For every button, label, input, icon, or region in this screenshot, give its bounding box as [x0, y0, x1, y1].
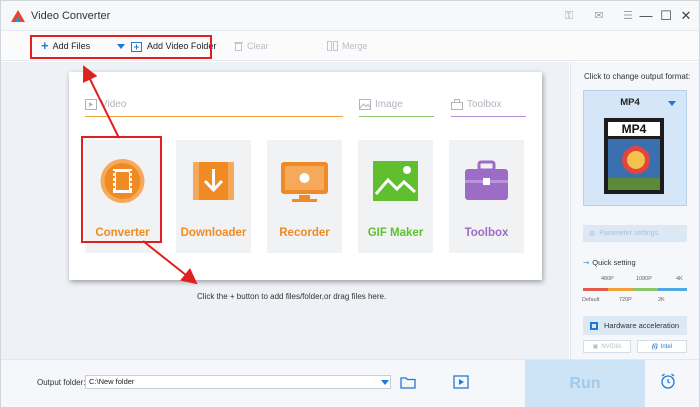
drop-hint: Click the + button to add files/folder,o…	[197, 292, 387, 301]
nvidia-label: NVIDIA	[601, 343, 622, 350]
add-buttons-highlight	[30, 35, 212, 59]
parameter-settings-button[interactable]: ⚙ Parameter settings	[583, 225, 687, 242]
toolbox-label: Toolbox	[464, 227, 509, 239]
image-section-icon	[359, 99, 371, 110]
format-dropdown-icon	[668, 101, 676, 106]
output-folder-dropdown-icon[interactable]	[381, 380, 389, 385]
recorder-tile[interactable]: Recorder	[267, 140, 342, 253]
slider-label-2k: 2K	[658, 297, 665, 303]
output-format-selector[interactable]: MP4 MP4	[583, 90, 687, 206]
merge-button[interactable]: Merge	[327, 39, 368, 53]
clear-label: Clear	[247, 41, 269, 51]
close-button[interactable]: ✕	[677, 7, 695, 25]
feedback-icon[interactable]: ✉	[592, 9, 606, 23]
gif-maker-tile[interactable]: GIF Maker	[358, 140, 433, 253]
run-button[interactable]: Run	[525, 360, 645, 407]
minimize-button[interactable]: —	[637, 7, 655, 25]
slider-label-480p: 480P	[601, 276, 614, 282]
maximize-button[interactable]: ☐	[657, 7, 675, 25]
nvidia-icon: ▣	[592, 344, 599, 350]
toolbox-divider	[451, 116, 526, 117]
toolbox-tile[interactable]: Toolbox	[449, 140, 524, 253]
app-logo-icon	[11, 10, 25, 22]
video-folder-icon[interactable]	[453, 375, 469, 389]
recorder-label: Recorder	[279, 227, 330, 239]
output-folder-field[interactable]: C:\New folder	[85, 375, 391, 389]
open-folder-icon[interactable]	[400, 375, 416, 389]
clear-button[interactable]: Clear	[234, 39, 269, 53]
toolbox-section-icon	[451, 99, 463, 110]
nvidia-toggle[interactable]: ▣ NVIDIA	[583, 340, 631, 353]
intel-toggle[interactable]: (i) Intel	[637, 340, 687, 353]
mp4-format-icon: MP4	[604, 118, 664, 194]
gif-maker-label: GIF Maker	[367, 227, 424, 239]
quick-setting-icon: ⊸	[583, 258, 590, 267]
merge-icon	[327, 41, 338, 51]
downloader-label: Downloader	[180, 227, 247, 239]
downloader-icon	[193, 162, 234, 200]
quality-slider[interactable]	[583, 288, 687, 291]
parameter-settings-label: Parameter settings	[599, 230, 659, 237]
output-format-title: Click to change output format:	[584, 72, 691, 81]
section-image-label: Image	[375, 99, 403, 110]
bottom-bar: Output folder: C:\New folder Run	[1, 359, 699, 407]
output-folder-label: Output folder:	[37, 378, 86, 387]
gif-maker-icon	[373, 161, 418, 201]
hardware-acceleration-button[interactable]: Hardware acceleration	[583, 316, 687, 335]
settings-sliders-icon: ⚙	[589, 230, 596, 238]
section-video-label: Video	[101, 99, 127, 110]
output-format-name: MP4	[620, 97, 640, 108]
section-toolbox: Toolbox	[451, 99, 501, 110]
title-bar: Video Converter ⚿ ✉ ☰ — ☐ ✕	[1, 1, 699, 31]
trash-icon	[234, 42, 243, 51]
recorder-icon	[281, 162, 328, 202]
downloader-tile[interactable]: Downloader	[176, 140, 251, 253]
video-section-icon	[85, 99, 97, 110]
slider-label-1080p: 1080P	[636, 276, 652, 282]
key-icon[interactable]: ⚿	[562, 9, 576, 23]
workspace: Video Image Toolbox Converter Downloader…	[1, 62, 569, 359]
merge-label: Merge	[342, 41, 368, 51]
app-window: Video Converter ⚿ ✉ ☰ — ☐ ✕ + Add Files …	[0, 0, 700, 407]
window-title: Video Converter	[31, 10, 111, 22]
image-divider	[359, 116, 434, 117]
alarm-clock-icon[interactable]	[660, 373, 676, 389]
slider-label-720p: 720P	[619, 297, 632, 303]
menu-icon[interactable]: ☰	[621, 9, 635, 23]
quick-setting-label: Quick setting	[592, 258, 636, 267]
toolbox-icon	[465, 160, 508, 200]
converter-highlight	[81, 136, 162, 243]
section-image: Image	[359, 99, 403, 110]
slider-label-default: Default	[582, 297, 600, 303]
intel-icon: (i)	[651, 343, 658, 350]
hardware-acceleration-label: Hardware acceleration	[604, 321, 680, 330]
section-toolbox-label: Toolbox	[467, 99, 502, 110]
intel-label: Intel	[660, 343, 672, 350]
quick-setting: ⊸ Quick setting	[583, 258, 636, 267]
video-divider	[85, 116, 343, 117]
section-video: Video	[85, 99, 126, 110]
mp4-badge-text: MP4	[622, 122, 647, 136]
output-format-panel: Click to change output format: MP4 MP4 ⚙…	[570, 62, 699, 359]
chip-icon	[590, 321, 598, 330]
slider-label-4k: 4K	[676, 276, 683, 282]
